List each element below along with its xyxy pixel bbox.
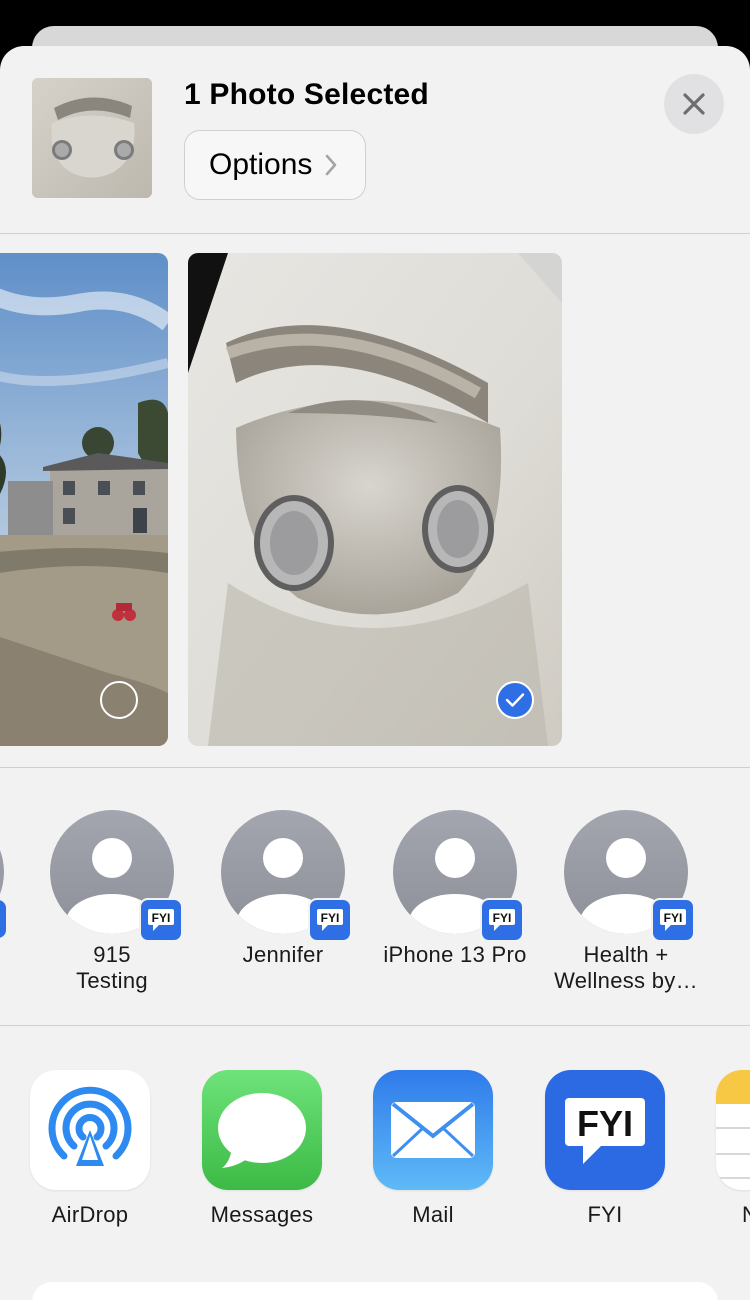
person-name: Health + Wellness by…: [554, 942, 698, 993]
header-divider: [0, 233, 750, 234]
people-divider: [0, 1025, 750, 1026]
person-name: iPhone 13 Pro: [383, 942, 527, 967]
house-photo[interactable]: [0, 253, 168, 746]
app-label: N: [742, 1202, 750, 1228]
selected-photo-thumbnail: [32, 78, 152, 198]
photo-selected-check[interactable]: [496, 681, 534, 719]
close-icon: [681, 91, 707, 117]
person-915-testing[interactable]: FYI 915 Testing: [27, 810, 197, 994]
person-health-wellness[interactable]: FYI Health + Wellness by…: [541, 810, 711, 994]
options-button[interactable]: Options: [184, 130, 366, 200]
app-messages[interactable]: Messages: [176, 1070, 348, 1228]
close-button[interactable]: [664, 74, 724, 134]
fyi-badge-icon: FYI: [139, 898, 183, 942]
checkmark-icon: [505, 692, 525, 708]
mask-photo[interactable]: [188, 253, 562, 746]
app-label: Messages: [210, 1202, 314, 1227]
fyi-icon: FYI: [545, 1070, 665, 1190]
app-mail[interactable]: Mail: [347, 1070, 519, 1228]
person-jennifer[interactable]: FYI Jennifer: [198, 810, 368, 968]
fyi-badge-icon: FYI: [308, 898, 352, 942]
notes-icon: [716, 1070, 750, 1190]
app-airdrop[interactable]: AirDrop: [4, 1070, 176, 1228]
person-name: 915 Testing: [76, 942, 148, 993]
app-fyi[interactable]: FYI FYI: [519, 1070, 691, 1228]
chevron-right-icon: [324, 153, 338, 177]
options-label: Options: [209, 148, 313, 181]
svg-text:FYI: FYI: [152, 911, 171, 925]
svg-text:FYI: FYI: [321, 911, 340, 925]
fyi-badge-icon: [0, 900, 6, 938]
fyi-badge-icon: FYI: [651, 898, 695, 942]
mail-icon: [373, 1070, 493, 1190]
svg-text:FYI: FYI: [577, 1103, 633, 1144]
actions-list-card[interactable]: [32, 1282, 718, 1300]
app-label: FYI: [587, 1202, 623, 1227]
photos-divider: [0, 767, 750, 768]
person-iphone-13-pro[interactable]: FYI iPhone 13 Pro: [370, 810, 540, 968]
airdrop-icon: [30, 1070, 150, 1190]
selection-title: 1 Photo Selected: [184, 78, 429, 111]
photo-select-circle[interactable]: [100, 681, 138, 719]
app-label: Mail: [412, 1202, 454, 1227]
svg-text:FYI: FYI: [664, 911, 683, 925]
fyi-badge-icon: FYI: [480, 898, 524, 942]
messages-icon: [202, 1070, 322, 1190]
svg-text:FYI: FYI: [493, 911, 512, 925]
app-notes[interactable]: N: [690, 1070, 750, 1228]
person-name: Jennifer: [242, 942, 324, 967]
app-label: AirDrop: [51, 1202, 129, 1227]
share-sheet: 1 Photo Selected Options FYI 915 Testing…: [0, 46, 750, 1300]
